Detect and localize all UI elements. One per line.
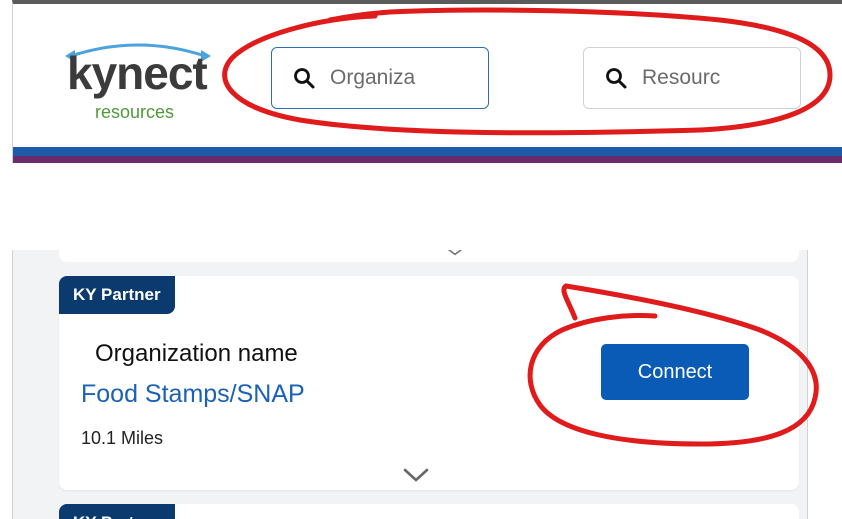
ky-partner-badge: KY Partner (59, 276, 175, 314)
results-list: KY Partner Organization name Food Stamps… (12, 250, 808, 519)
organization-search-input[interactable]: Organiza (271, 47, 489, 109)
chevron-down-icon[interactable] (401, 466, 431, 484)
next-result-card: KY Partner (59, 504, 799, 519)
distance-label: 10.1 Miles (81, 428, 164, 448)
search-icon (606, 68, 627, 89)
resource-search-placeholder: Resourc (642, 66, 721, 89)
organization-name: Organization name (95, 340, 298, 367)
program-link[interactable]: Food Stamps/SNAP (81, 380, 305, 409)
result-card: KY Partner Organization name Food Stamps… (59, 276, 799, 490)
connect-button[interactable]: Connect (601, 344, 749, 400)
site-header: kynect resources Organiza Resourc (12, 0, 842, 163)
header-color-bar (13, 147, 842, 163)
chevron-down-icon[interactable] (447, 250, 463, 256)
ky-partner-badge: KY Partner (59, 504, 175, 519)
logo-wordmark: kynect (67, 47, 208, 99)
logo-subtext: resources (95, 102, 175, 122)
previous-result-card (59, 250, 799, 262)
organization-search-placeholder: Organiza (330, 66, 416, 89)
kynect-logo[interactable]: kynect resources (57, 36, 227, 128)
search-icon (294, 68, 315, 89)
resource-search-input[interactable]: Resourc (583, 47, 801, 109)
screenshot-stage: kynect resources Organiza Resourc KY Par… (0, 0, 842, 519)
